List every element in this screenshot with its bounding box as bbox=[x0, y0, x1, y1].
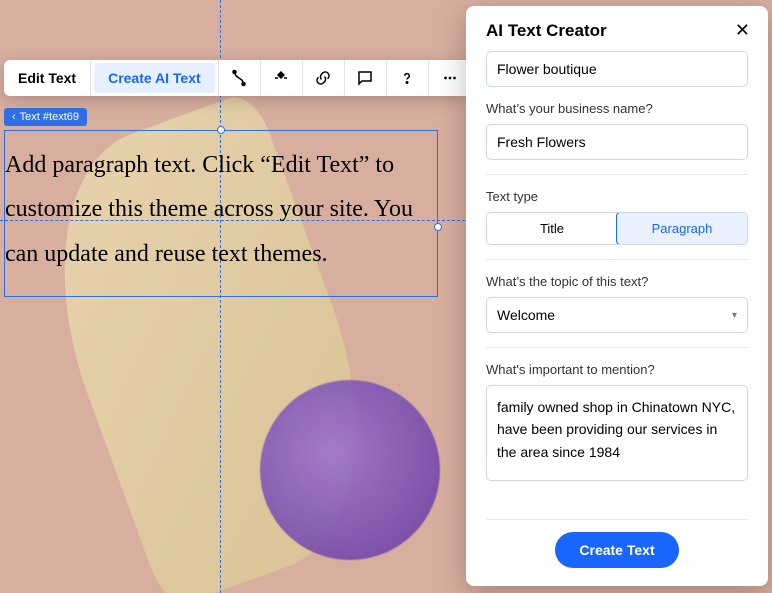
divider bbox=[486, 347, 748, 348]
chevron-down-icon: ▾ bbox=[732, 310, 737, 321]
divider bbox=[486, 259, 748, 260]
topic-value: Welcome bbox=[497, 307, 555, 323]
background-flower bbox=[260, 380, 440, 560]
topic-label: What’s the topic of this text? bbox=[486, 274, 748, 289]
create-text-button[interactable]: Create Text bbox=[555, 532, 678, 568]
business-type-input[interactable] bbox=[486, 51, 748, 87]
element-label-text: Text #text69 bbox=[20, 111, 79, 123]
ai-text-creator-panel: AI Text Creator ✕ What’s your business n… bbox=[466, 6, 768, 586]
edit-text-button[interactable]: Edit Text bbox=[4, 60, 91, 96]
more-icon[interactable] bbox=[429, 60, 471, 96]
animation-icon[interactable] bbox=[219, 60, 261, 96]
text-type-label: Text type bbox=[486, 189, 748, 204]
text-type-paragraph[interactable]: Paragraph bbox=[616, 212, 748, 245]
create-ai-text-button[interactable]: Create AI Text bbox=[94, 63, 215, 93]
mention-textarea[interactable] bbox=[486, 385, 748, 481]
topic-select[interactable]: Welcome ▾ bbox=[486, 297, 748, 333]
business-name-input[interactable] bbox=[486, 124, 748, 160]
resize-handle-top[interactable] bbox=[217, 126, 225, 134]
element-label-chip[interactable]: ‹ Text #text69 bbox=[4, 108, 87, 126]
resize-handle-right[interactable] bbox=[434, 223, 442, 231]
selected-text-block[interactable]: Add paragraph text. Click “Edit Text” to… bbox=[4, 130, 438, 297]
text-type-title[interactable]: Title bbox=[487, 213, 617, 244]
help-icon[interactable] bbox=[387, 60, 429, 96]
stretch-icon[interactable] bbox=[261, 60, 303, 96]
text-type-segmented: Title Paragraph bbox=[486, 212, 748, 245]
business-name-label: What’s your business name? bbox=[486, 101, 748, 116]
divider bbox=[486, 174, 748, 175]
paragraph-content: Add paragraph text. Click “Edit Text” to… bbox=[5, 152, 413, 267]
mention-label: What's important to mention? bbox=[486, 362, 748, 377]
floating-toolbar: Edit Text Create AI Text bbox=[4, 60, 471, 96]
chevron-left-icon: ‹ bbox=[12, 111, 16, 123]
panel-title: AI Text Creator bbox=[486, 21, 607, 41]
close-icon[interactable]: ✕ bbox=[735, 20, 750, 41]
comment-icon[interactable] bbox=[345, 60, 387, 96]
link-icon[interactable] bbox=[303, 60, 345, 96]
